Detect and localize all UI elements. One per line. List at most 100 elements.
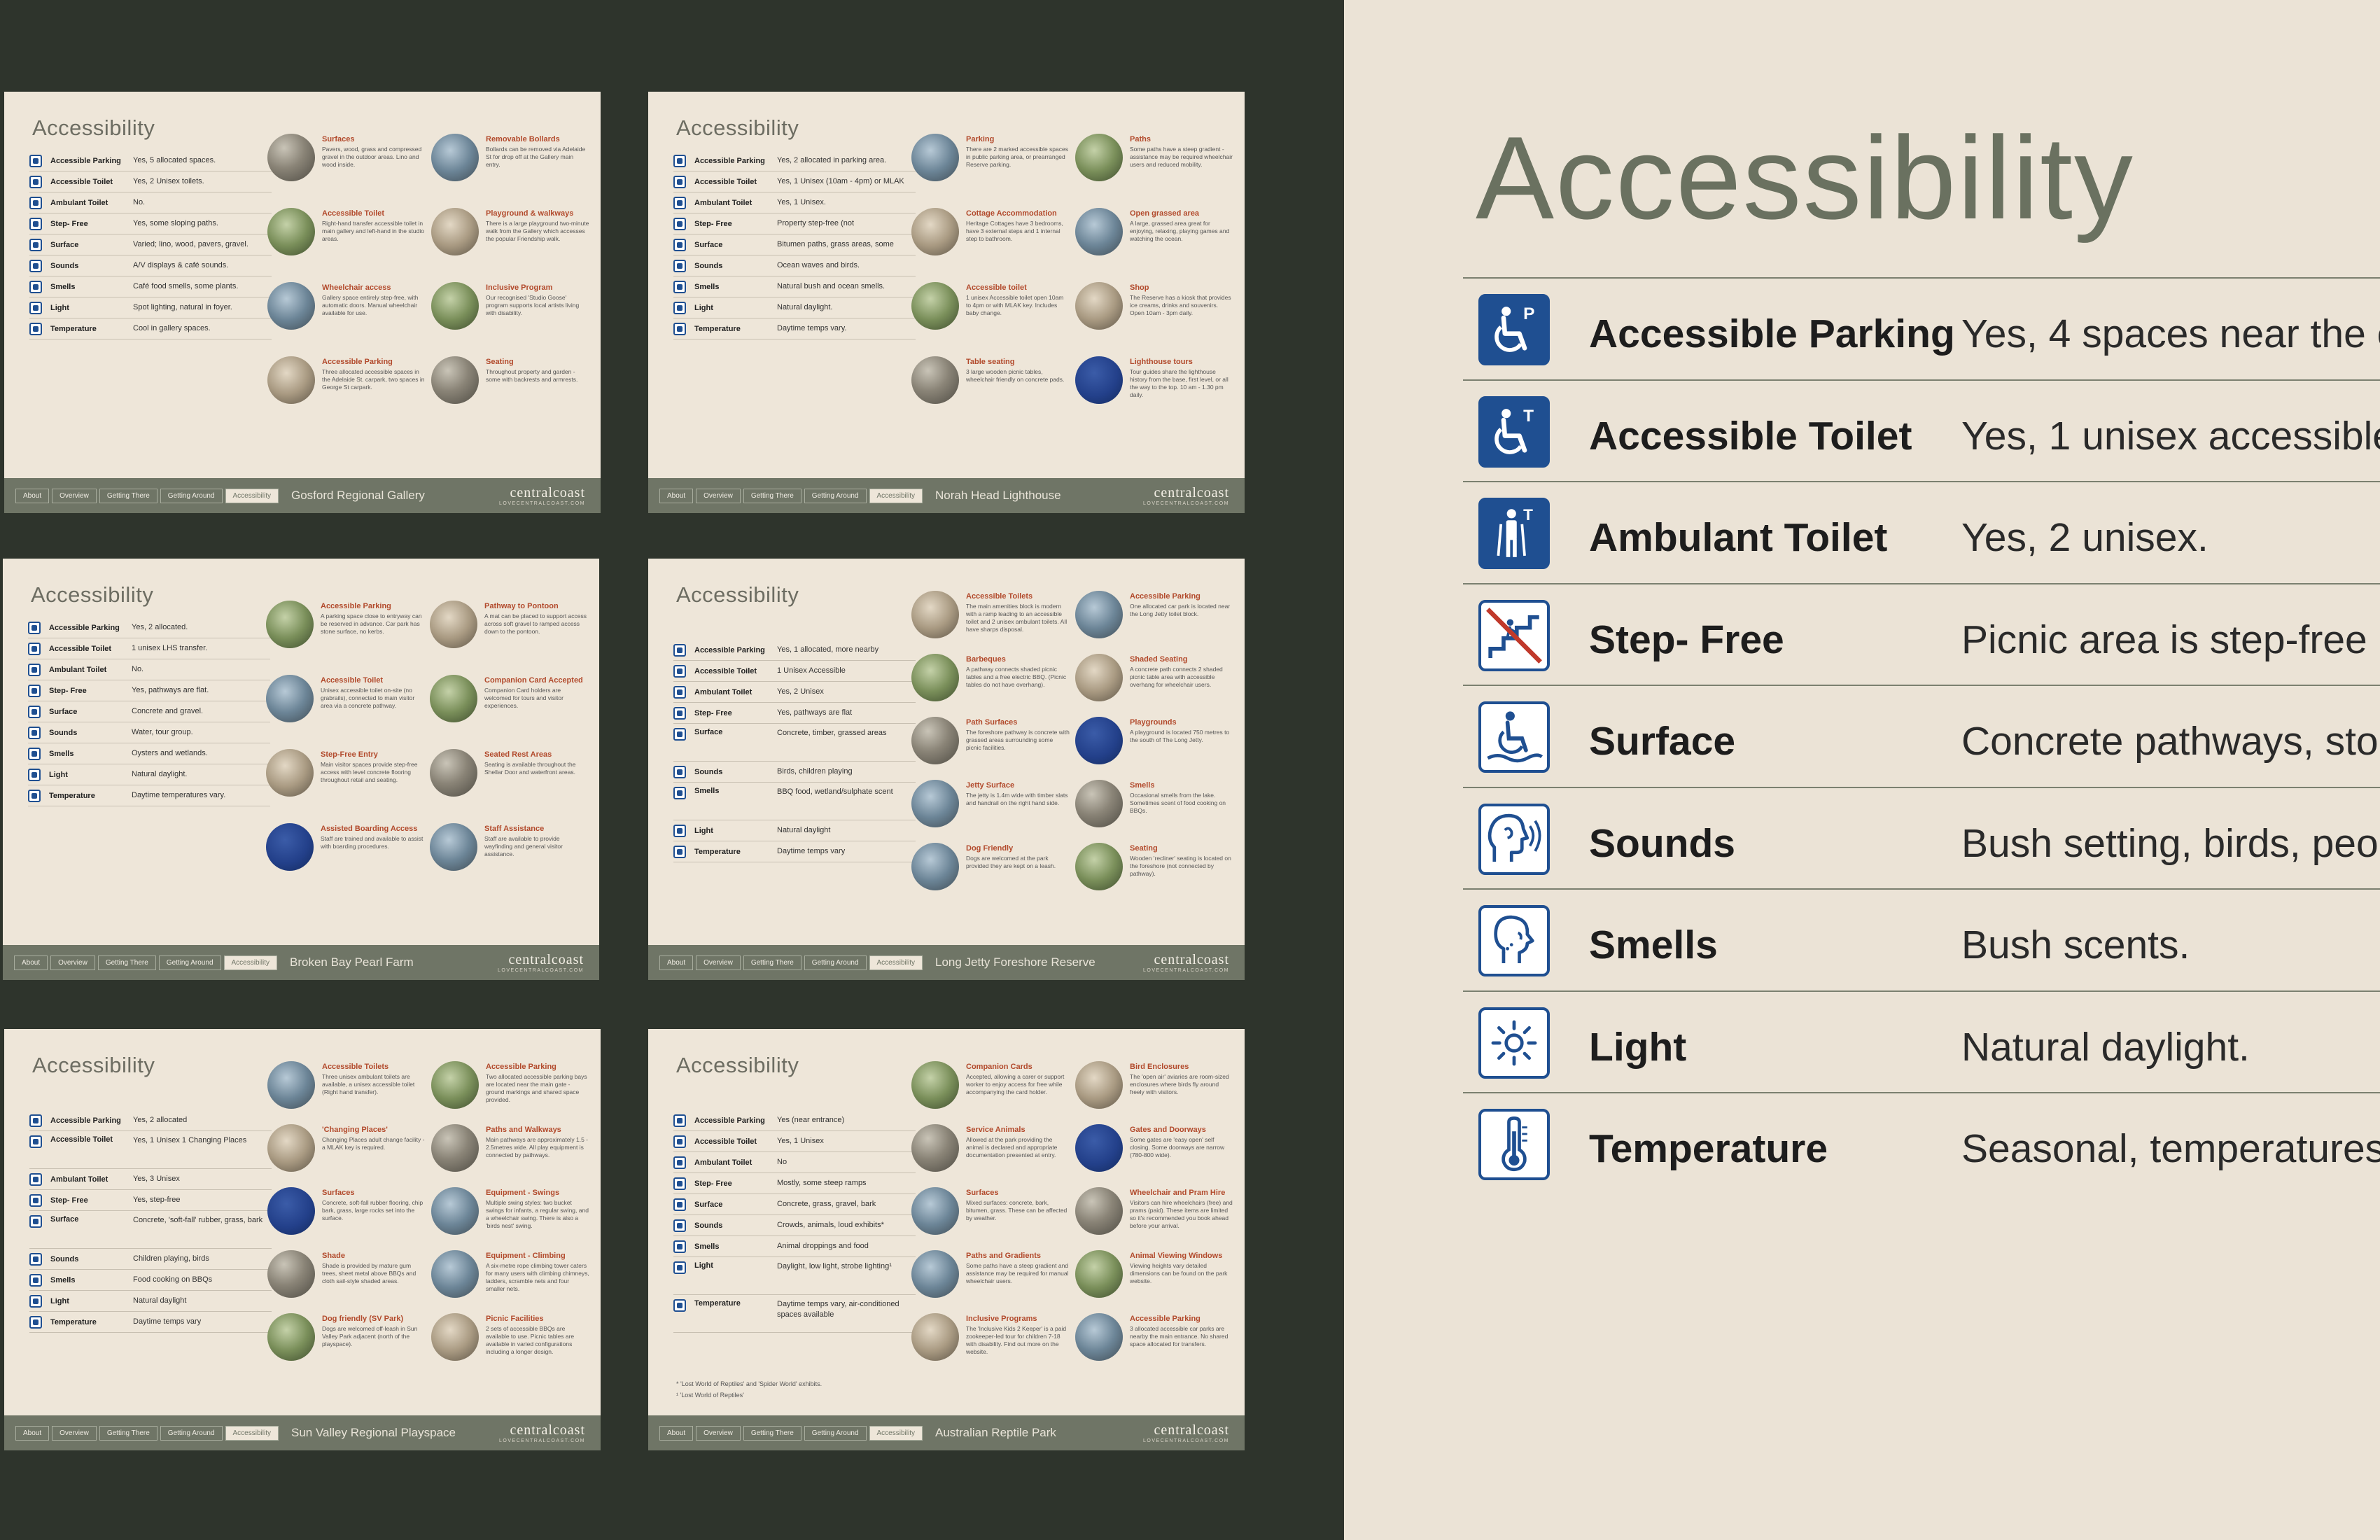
feature-text-block: Accessible Parking One allocated car park… (1130, 591, 1233, 618)
feature-item: Accessible Toilet Right-hand transfer acc… (267, 208, 426, 258)
card-table-row: Smells Animal droppings and food (673, 1236, 916, 1257)
feature-description: Occasional smells from the lake. Sometim… (1130, 792, 1226, 815)
category-icon (28, 789, 41, 802)
footer-tab[interactable]: Getting There (743, 955, 802, 970)
thumbnail-card[interactable]: Accessibility Accessible Parking Yes, 1 al… (648, 559, 1245, 980)
feature-description: 3 large wooden picnic tables, wheelchair… (966, 368, 1065, 384)
card-row-label: Accessible Toilet (50, 1135, 113, 1144)
card-table-row: Smells BBQ food, wetland/sulphate scent (673, 783, 916, 820)
card-row-value: Varied; lino, wood, pavers, gravel. (133, 240, 248, 249)
footer-tab[interactable]: Accessibility (225, 1425, 279, 1441)
category-icon (29, 301, 42, 314)
footer-tab[interactable]: About (15, 488, 50, 503)
feature-text-block: Playgrounds A playground is located 750 m… (1130, 717, 1233, 744)
footer-tab[interactable]: Overview (50, 955, 95, 970)
brand-url: LOVECENTRALCOAST.COM (1143, 968, 1229, 973)
category-icon (29, 196, 42, 209)
feature-title: Shade (322, 1252, 346, 1260)
thumbnail-card[interactable]: Accessibility Accessible Parking Yes, 2 al… (4, 1029, 601, 1450)
card-row-label: Ambulant Toilet (694, 198, 752, 207)
footer-tab[interactable]: About (659, 955, 694, 970)
footer-tab[interactable]: About (659, 488, 694, 503)
feature-item: Inclusive Program Our recognised 'Studio … (431, 282, 589, 332)
footer-tab[interactable]: Overview (52, 1425, 97, 1441)
footer-tab[interactable]: Accessibility (223, 955, 277, 970)
card-row-label: Smells (694, 282, 720, 291)
footer-tab[interactable]: Overview (696, 1425, 741, 1441)
feature-photo (431, 1124, 479, 1172)
feature-text-block: Seating Throughout property and garden - … (486, 356, 589, 384)
footer-tab[interactable]: Getting There (99, 488, 158, 503)
card-row-value: Natural daylight. (777, 303, 833, 312)
footer-tab[interactable]: Getting There (99, 1425, 158, 1441)
feature-text-block: Surfaces Concrete, soft-fall rubber floor… (322, 1187, 426, 1222)
thumbnail-card[interactable]: Accessibility Accessible Parking Yes, 2 al… (3, 559, 599, 980)
card-row-value: Daytime temps vary (777, 847, 846, 856)
feature-text-block: Lighthouse tours Tour guides share the li… (1130, 356, 1233, 399)
brand-logo: centralcoast LOVECENTRALCOAST.COM (498, 952, 584, 973)
feature-photo (431, 282, 479, 330)
feature-title: Companion Cards (966, 1063, 1032, 1071)
feature-text-block: Cottage Accommodation Heritage Cottages h… (966, 208, 1070, 243)
feature-description: The jetty is 1.4m wide with timber slats… (966, 792, 1068, 807)
brand-logo: centralcoast LOVECENTRALCOAST.COM (499, 1422, 585, 1443)
feature-photo (266, 749, 314, 797)
feature-item: Assisted Boarding Access Staff are traine… (266, 823, 424, 874)
category-icon (29, 217, 42, 230)
feature-title: Barbeques (966, 655, 1006, 664)
feature-text-block: Accessible toilet 1 unisex Accessible toi… (966, 282, 1070, 317)
feature-item: Paths and Walkways Main pathways are appr… (431, 1124, 589, 1175)
footer-tab[interactable]: Overview (696, 955, 741, 970)
card-row-label: Accessible Toilet (694, 1137, 757, 1146)
footer-tab[interactable]: Getting Around (804, 955, 867, 970)
row-label: Step- Free (1589, 617, 1784, 662)
feature-item: Bird Enclosures The 'open air' aviaries a… (1075, 1061, 1233, 1112)
feature-title: Wheelchair access (322, 284, 391, 292)
card-table-row: Accessible Parking Yes, 1 allocated, more… (673, 640, 916, 661)
thumbnail-board: Accessibility Accessible Parking Yes, 5 al… (0, 0, 1344, 1540)
feature-text-block: Open grassed area A large, grassed area g… (1130, 208, 1233, 243)
card-table-row: Surface Bitumen paths, grass areas, some (673, 234, 916, 255)
footer-tab[interactable]: About (15, 1425, 50, 1441)
feature-item: Equipment - Swings Multiple swing styles:… (431, 1187, 589, 1238)
footer-tab[interactable]: About (14, 955, 48, 970)
feature-text-block: Dog Friendly Dogs are welcomed at the par… (966, 843, 1070, 870)
footer-tab[interactable]: Getting Around (804, 1425, 867, 1441)
card-table: Accessible Parking Yes (near entrance) Acc… (673, 1110, 916, 1333)
feature-item: Open grassed area A large, grassed area g… (1075, 208, 1233, 258)
card-row-label: Smells (49, 749, 74, 758)
card-row-label: Sounds (694, 1221, 723, 1230)
footer-tab[interactable]: Accessibility (869, 488, 923, 503)
row-value: Bush setting, birds, peop (1961, 820, 2380, 866)
feature-title: Accessible Toilet (322, 209, 385, 218)
thumbnail-card[interactable]: Accessibility Accessible Parking Yes (near… (648, 1029, 1245, 1450)
footer-tab[interactable]: Accessibility (869, 1425, 923, 1441)
footer-tab[interactable]: Accessibility (869, 955, 923, 970)
footer-tab[interactable]: Getting There (743, 1425, 802, 1441)
card-row-label: Accessible Parking (49, 623, 120, 632)
brand-name: centralcoast (510, 485, 585, 500)
footer-tab[interactable]: Overview (52, 488, 97, 503)
footer-tab[interactable]: About (659, 1425, 694, 1441)
thumbnail-card[interactable]: Accessibility Accessible Parking Yes, 5 al… (4, 92, 601, 513)
footer-tab[interactable]: Getting Around (804, 488, 867, 503)
footer-tab[interactable]: Getting There (743, 488, 802, 503)
category-icon (29, 1252, 42, 1266)
footer-tab[interactable]: Getting Around (160, 488, 223, 503)
category-icon (673, 322, 686, 335)
footer-tab[interactable]: Accessibility (225, 488, 279, 503)
footer-tab[interactable]: Getting Around (158, 955, 221, 970)
footer-tab[interactable]: Overview (696, 488, 741, 503)
card-row-label: Surface (694, 240, 723, 249)
card-table-row: Accessible Toilet Yes, 1 Unisex 1 Changin… (29, 1131, 272, 1169)
category-icon (673, 1198, 686, 1211)
card-table-row: Ambulant Toilet No. (29, 192, 272, 214)
footer-tab[interactable]: Getting There (97, 955, 156, 970)
feature-title: Jetty Surface (966, 781, 1015, 790)
brand-logo: centralcoast LOVECENTRALCOAST.COM (499, 485, 585, 506)
footer-tab[interactable]: Getting Around (160, 1425, 223, 1441)
thumbnail-card[interactable]: Accessibility Accessible Parking Yes, 2 al… (648, 92, 1245, 513)
feature-title: Accessible Parking (486, 1063, 556, 1071)
category-icon (673, 1261, 686, 1274)
category-icon (673, 1156, 686, 1169)
